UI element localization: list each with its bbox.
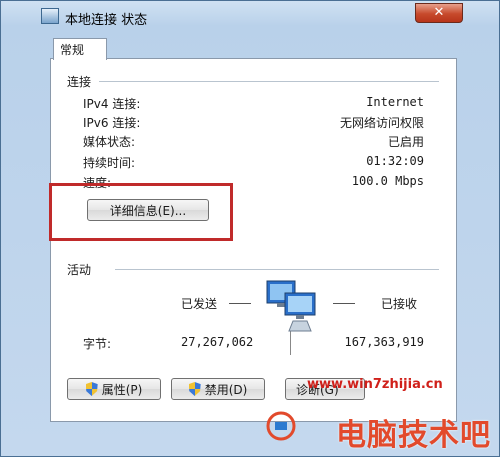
ipv4-value: Internet [366,95,424,109]
ipv4-label: IPv4 连接: [83,97,141,111]
ipv6-value: 无网络访问权限 [339,116,424,130]
disable-button-label: 禁用(D) [204,382,248,397]
media-state-value: 已启用 [387,135,424,149]
duration-value: 01:32:09 [366,154,424,168]
sent-label: 已发送 [181,297,218,311]
close-button[interactable]: ✕ [415,3,463,23]
bytes-received-value: 167,363,919 [344,335,424,349]
connection-section-label: 连接 [67,75,92,89]
activity-divider [115,269,439,270]
tab-general[interactable]: 常规 [53,38,107,60]
activity-section-label: 活动 [67,263,92,277]
sent-dash [229,303,251,304]
watermark-logo-icon [266,411,296,441]
shield-icon [85,382,98,396]
disable-button[interactable]: 禁用(D) [171,378,265,400]
title-bar[interactable]: 本地连接 状态 ✕ [1,1,499,33]
watermark-url: www.win7zhijia.cn [307,377,443,392]
received-dash [333,303,355,304]
duration-label: 持续时间: [83,156,136,170]
network-activity-icon [266,280,316,332]
window-title: 本地连接 状态 [65,13,148,28]
connection-divider [99,81,439,82]
status-window: 本地连接 状态 ✕ 常规 连接 IPv4 连接: Internet IPv6 连… [0,0,500,457]
received-label: 已接收 [381,297,418,311]
watermark-text: 电脑技术吧 [336,418,491,453]
speed-value: 100.0 Mbps [351,174,424,188]
details-highlight-box [49,183,233,241]
properties-button-label: 属性(P) [101,382,143,397]
properties-button[interactable]: 属性(P) [67,378,161,400]
ipv6-label: IPv6 连接: [83,116,141,130]
shield-icon [188,382,201,396]
bytes-sent-value: 27,267,062 [181,335,254,349]
media-state-label: 媒体状态: [83,135,136,149]
network-icon [41,8,59,24]
bytes-label: 字节: [83,337,112,351]
